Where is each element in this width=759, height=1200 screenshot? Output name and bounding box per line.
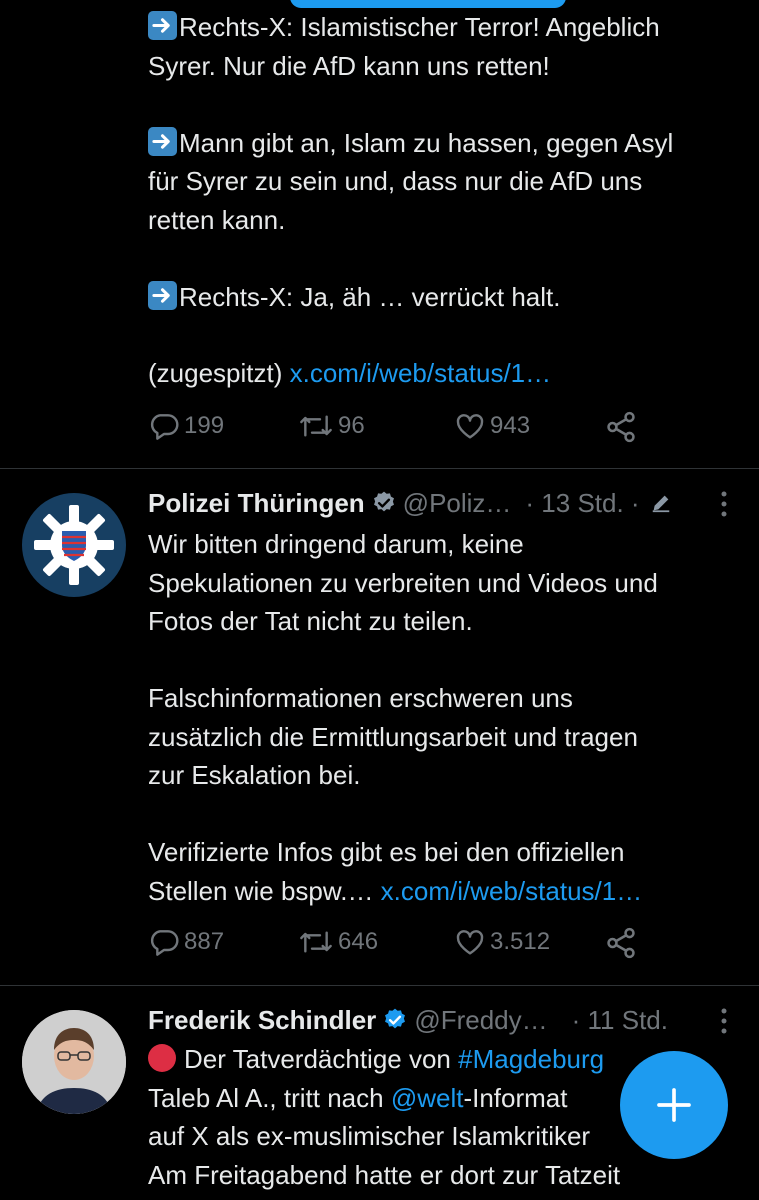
share-icon [607,411,635,443]
avatar-polizei[interactable] [22,493,126,597]
like-icon [456,930,484,955]
share-icon [607,927,635,959]
tweet-1-actions: 199 96 943 [148,410,688,450]
hashtag-link[interactable]: #Magdeburg [458,1044,604,1074]
tweet-2-actions: 887 646 3.512 [148,926,688,966]
divider [0,985,759,986]
more-options-button[interactable] [717,1006,731,1041]
more-options-icon [721,491,727,517]
red-circle-emoji [148,1044,176,1072]
repost-count: 646 [338,928,379,955]
like-icon [456,414,484,439]
compose-plus-icon [657,1088,691,1122]
repost-icon [300,931,332,953]
handle[interactable]: @Poliz… [403,488,512,519]
police-star-logo [34,505,114,585]
tweet-1-line: retten kann. [148,204,286,235]
reply-icon [150,414,179,440]
tweet-3-header: Frederik Schindler @Freddy… · 11 Std. [148,1002,748,1038]
tweet-1-line: Rechts-X: Islamistischer Terror! Angebli… [148,8,738,47]
tweet-1-line: für Syrer zu sein und, dass nur die AfD … [148,166,643,196]
verified-badge-icon [371,490,397,516]
tweet-1-line: Mann gibt an, Islam zu hassen, gegen Asy… [148,124,738,163]
repost-count: 96 [338,412,365,439]
repost-button[interactable]: 96 [298,410,365,442]
share-button[interactable] [604,926,642,960]
handle[interactable]: @Freddy… [414,1005,547,1036]
reply-button[interactable]: 887 [148,926,224,958]
verified-badge-icon [382,1007,408,1033]
tweet-1-link[interactable]: x.com/i/web/status/1… [290,358,552,388]
reply-button[interactable]: 199 [148,410,224,442]
repost-icon [300,415,332,437]
tweet-1-line: Rechts-X: Ja, äh … verrückt halt. [148,278,738,317]
display-name[interactable]: Polizei Thüringen [148,488,365,519]
like-count: 943 [490,412,531,439]
reply-count: 199 [184,412,225,439]
divider [0,468,759,469]
arrow-right-emoji-icon [148,280,177,310]
tweet-2-header: Polizei Thüringen @Poliz… · 13 Std. · [148,485,748,521]
arrow-right-emoji-icon [148,11,177,40]
like-button[interactable]: 943 [454,410,530,442]
timestamp[interactable]: · 11 Std. [572,1005,668,1036]
edited-pencil-icon [650,492,672,514]
reply-count: 887 [184,928,225,955]
compose-button[interactable] [620,1051,728,1159]
tweet-2-text: Wir bitten dringend darum, keine Spekula… [148,529,658,906]
like-count: 3.512 [490,928,551,955]
arrow-right-emoji-icon [148,126,177,156]
display-name[interactable]: Frederik Schindler [148,1005,376,1036]
like-button[interactable]: 3.512 [454,926,550,958]
new-posts-pill[interactable] [290,0,566,8]
reply-icon [150,930,179,956]
more-options-icon [721,1008,727,1034]
tweet-1-last-line: (zugespitzt) x.com/i/web/status/1… [148,358,552,388]
tweet-1-line: Syrer. Nur die AfD kann uns retten! [148,50,550,81]
share-button[interactable] [604,410,642,444]
profile-photo [22,1010,126,1114]
repost-button[interactable]: 646 [298,926,378,958]
tweet-2-link[interactable]: x.com/i/web/status/1… [381,876,643,906]
mention-link[interactable]: @welt [391,1083,464,1113]
timestamp[interactable]: · 13 Std. · [525,488,639,519]
avatar-frederik[interactable] [22,1010,126,1114]
tweet-1-text: Rechts-X: Islamistischer Terror! Angebli… [148,8,738,355]
more-options-button[interactable] [717,489,731,524]
